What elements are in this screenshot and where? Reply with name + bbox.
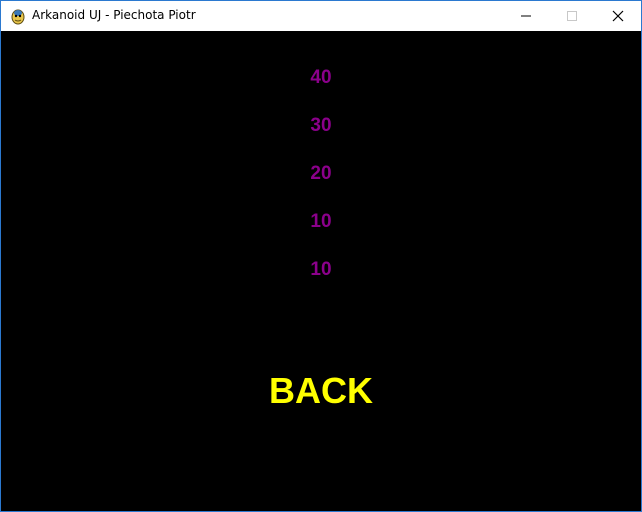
score-entry-2: 30 [310, 115, 332, 136]
window-title: Arkanoid UJ - Piechota Piotr [32, 8, 196, 22]
score-entry-1: 40 [310, 67, 332, 88]
back-button[interactable]: BACK [221, 366, 421, 416]
score-entry-5: 10 [310, 259, 332, 280]
game-canvas: 40 30 20 10 10 BACK [1, 31, 641, 511]
maximize-button[interactable] [549, 1, 595, 31]
score-entry-3: 20 [310, 163, 332, 184]
pygame-snake-icon [11, 9, 25, 25]
score-entry-4: 10 [310, 211, 332, 232]
minimize-icon [521, 15, 531, 17]
close-button[interactable] [595, 1, 641, 31]
close-icon [612, 10, 624, 22]
maximize-icon [567, 11, 577, 21]
minimize-button[interactable] [503, 1, 549, 31]
app-window: Arkanoid UJ - Piechota Piotr 40 30 20 10… [0, 0, 642, 512]
title-bar[interactable]: Arkanoid UJ - Piechota Piotr [1, 0, 641, 31]
